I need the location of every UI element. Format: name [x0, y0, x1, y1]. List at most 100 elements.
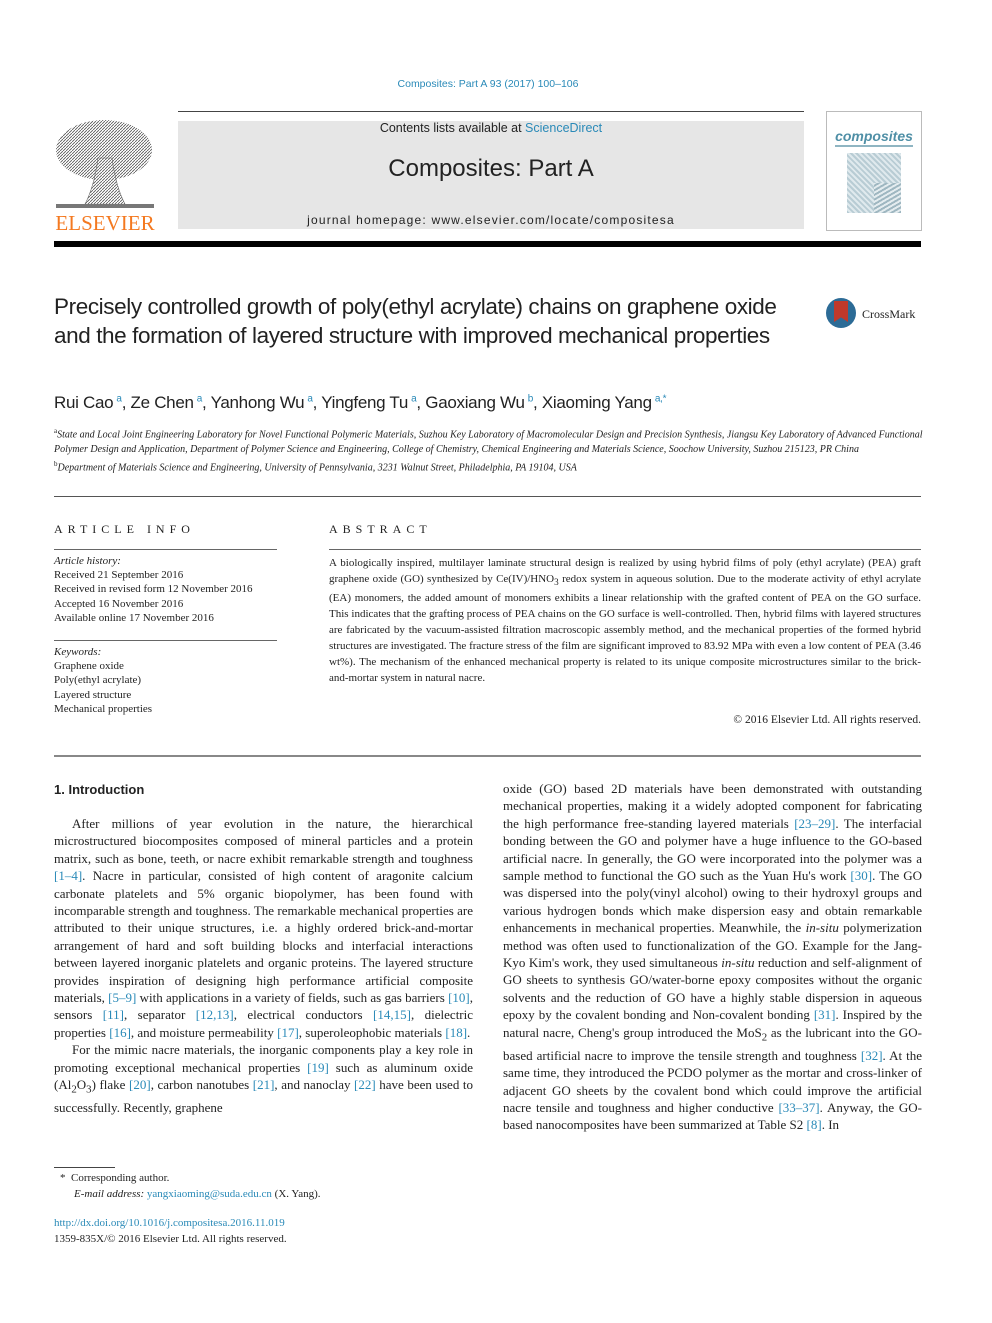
italic-term: in-situ	[721, 955, 755, 971]
contents-prefix: Contents lists available at	[379, 121, 526, 135]
email-suffix: (X. Yang).	[271, 1188, 321, 1200]
header-rule	[178, 111, 804, 112]
abstract-copyright: © 2016 Elsevier Ltd. All rights reserved…	[733, 714, 921, 726]
author-name[interactable]: Gaoxiang Wu	[425, 393, 528, 412]
email-label: E-mail address:	[74, 1188, 145, 1200]
email-link[interactable]: yangxiaoming@suda.edu.cn	[147, 1188, 272, 1200]
paragraph: For the mimic nacre materials, the inorg…	[54, 1041, 473, 1116]
text-run: . In	[821, 1117, 840, 1133]
article-info-rule	[54, 549, 277, 550]
footnote-rule	[54, 1167, 115, 1168]
author-separator: ,	[533, 393, 542, 412]
history-label: Article history:	[54, 555, 121, 567]
affiliation-a: aState and Local Joint Engineering Labor…	[54, 424, 924, 457]
reference-link[interactable]: [11]	[103, 1007, 124, 1022]
keywords-rule	[54, 640, 277, 641]
reference-link[interactable]: [10]	[448, 990, 470, 1005]
reference-link[interactable]: [18]	[445, 1025, 467, 1040]
asterisk-mark: *	[60, 1172, 66, 1184]
crossmark-button[interactable]: CrossMark	[826, 298, 936, 332]
text-run: ) flake	[91, 1077, 130, 1093]
text-run: O	[76, 1077, 87, 1093]
reference-link[interactable]: [31]	[814, 1007, 836, 1022]
body-column-right: oxide (GO) based 2D materials have been …	[503, 780, 922, 1134]
reference-link[interactable]: [22]	[354, 1077, 376, 1092]
reference-link[interactable]: [12,13]	[196, 1007, 234, 1022]
keywords: Keywords: Graphene oxide Poly(ethyl acry…	[54, 645, 279, 716]
cover-image-detail	[874, 183, 901, 213]
abstract-rule	[329, 549, 921, 550]
author-separator: ,	[312, 393, 322, 412]
text-run: . Nacre in particular, consisted of high…	[54, 868, 473, 1006]
affiliation-text: State and Local Joint Engineering Labora…	[54, 429, 923, 455]
sciencedirect-link[interactable]: ScienceDirect	[525, 121, 602, 135]
journal-citation-link[interactable]: Composites: Part A 93 (2017) 100–106	[0, 78, 976, 90]
reference-link[interactable]: [17]	[277, 1025, 299, 1040]
text-run: After millions of year evolution in the …	[54, 816, 473, 866]
reference-link[interactable]: [33–37]	[778, 1100, 819, 1115]
history-accepted: Accepted 16 November 2016	[54, 597, 184, 610]
masthead-thick-rule	[54, 241, 921, 247]
cover-title: composites	[835, 128, 913, 144]
reference-link[interactable]: [32]	[861, 1048, 883, 1063]
keyword: Layered structure	[54, 688, 132, 701]
affiliation-text: Department of Materials Science and Engi…	[57, 462, 577, 474]
text-run: , carbon nanotubes	[150, 1077, 253, 1093]
section-heading: 1. Introduction	[54, 782, 145, 797]
paragraph: After millions of year evolution in the …	[54, 815, 473, 1041]
reference-link[interactable]: [20]	[129, 1077, 151, 1092]
reference-link[interactable]: [5–9]	[108, 990, 136, 1005]
abstract-bottom-rule	[54, 755, 921, 757]
author-name[interactable]: Xiaoming Yang	[542, 393, 655, 412]
text-run: , electrical conductors	[233, 1007, 374, 1023]
history-revised: Received in revised form 12 November 201…	[54, 583, 253, 596]
history-online: Available online 17 November 2016	[54, 611, 214, 624]
reference-link[interactable]: [21]	[253, 1077, 275, 1092]
journal-title: Composites: Part A	[388, 155, 594, 182]
text-run: with applications in a variety of fields…	[136, 990, 449, 1006]
italic-term: in-situ	[805, 920, 839, 936]
cover-subtitle-bar	[835, 145, 913, 147]
author-separator: ,	[121, 393, 131, 412]
doi-block: http://dx.doi.org/10.1016/j.compositesa.…	[54, 1215, 474, 1247]
author-name[interactable]: Yingfeng Tu	[321, 393, 411, 412]
issn-line: 1359-835X/© 2016 Elsevier Ltd. All right…	[54, 1233, 287, 1245]
author-name[interactable]: Ze Chen	[131, 393, 197, 412]
journal-cover-thumbnail[interactable]: composites	[826, 111, 922, 231]
elsevier-wordmark: ELSEVIER	[55, 211, 155, 235]
affiliation-b: bDepartment of Materials Science and Eng…	[54, 457, 924, 476]
journal-homepage[interactable]: journal homepage: www.elsevier.com/locat…	[178, 213, 804, 227]
crossmark-label: CrossMark	[862, 307, 916, 321]
reference-link[interactable]: [8]	[807, 1117, 822, 1132]
author-separator: ,	[416, 393, 426, 412]
abstract-text: A biologically inspired, multilayer lami…	[329, 555, 921, 686]
article-info-heading: ARTICLE INFO	[54, 522, 195, 536]
corresponding-text: Corresponding author.	[71, 1172, 170, 1184]
reference-link[interactable]: [14,15]	[373, 1007, 411, 1022]
paragraph: oxide (GO) based 2D materials have been …	[503, 780, 922, 1134]
doi-link[interactable]: http://dx.doi.org/10.1016/j.compositesa.…	[54, 1217, 285, 1229]
article-title: Precisely controlled growth of poly(ethy…	[54, 294, 777, 348]
reference-link[interactable]: [30]	[850, 868, 872, 883]
author-list: Rui Cao a, Ze Chen a, Yanhong Wu a, Ying…	[54, 393, 666, 413]
author-separator: ,	[202, 393, 211, 412]
keywords-label: Keywords:	[54, 646, 102, 658]
contents-line: Contents lists available at ScienceDirec…	[178, 121, 804, 135]
history-received: Received 21 September 2016	[54, 569, 184, 582]
abstract-heading: ABSTRACT	[329, 522, 432, 536]
body-column-left: After millions of year evolution in the …	[54, 815, 473, 1117]
reference-link[interactable]: [23–29]	[794, 816, 835, 831]
author-name[interactable]: Yanhong Wu	[211, 393, 308, 412]
text-run: , and nanoclay	[274, 1077, 355, 1093]
article-history: Article history: Received 21 September 2…	[54, 554, 279, 625]
reference-link[interactable]: [19]	[307, 1060, 329, 1075]
title-rule	[54, 496, 921, 497]
affiliations: aState and Local Joint Engineering Labor…	[54, 424, 924, 476]
reference-link[interactable]: [1–4]	[54, 868, 82, 883]
author-affiliation-mark[interactable]: a,*	[655, 393, 667, 404]
text-run: , and moisture permeability	[130, 1024, 278, 1040]
keyword: Poly(ethyl acrylate)	[54, 674, 142, 687]
reference-link[interactable]: [16]	[109, 1025, 131, 1040]
journal-masthead: Contents lists available at ScienceDirec…	[178, 121, 804, 229]
author-name[interactable]: Rui Cao	[54, 393, 116, 412]
